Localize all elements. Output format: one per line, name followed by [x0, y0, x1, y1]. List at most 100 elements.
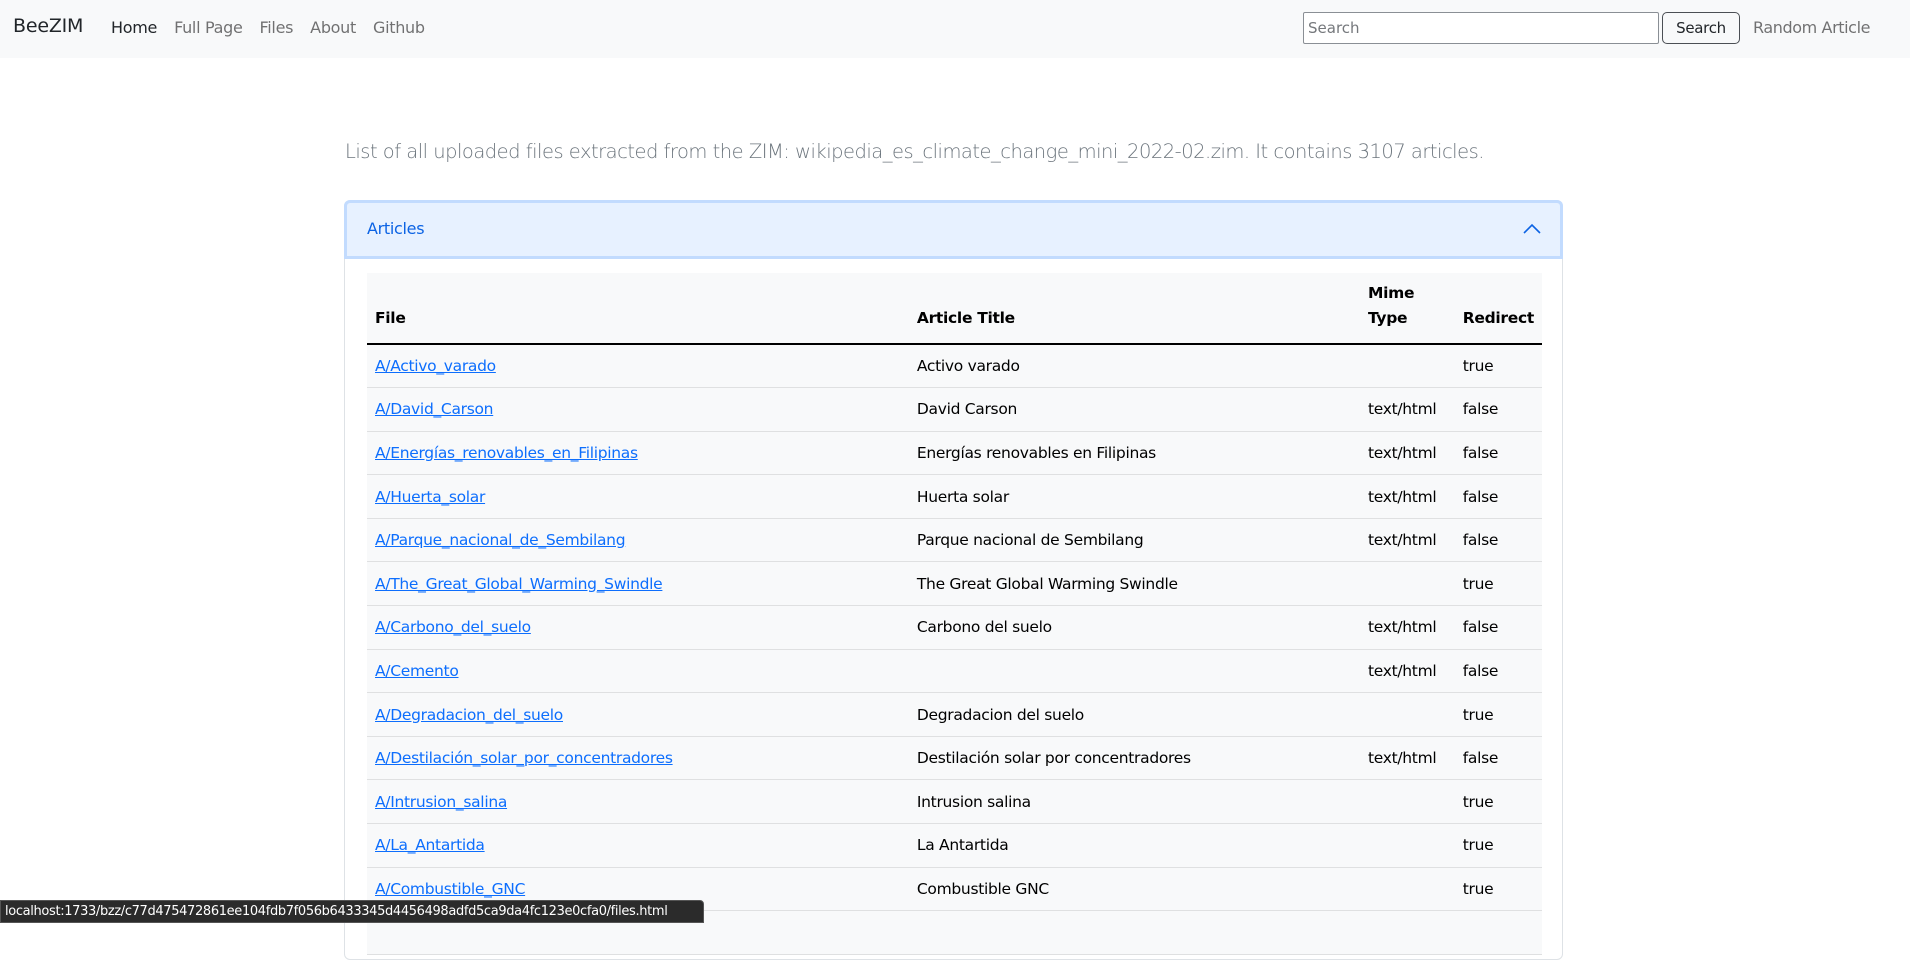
accordion-title: Articles — [367, 219, 425, 238]
cell-file: A/Destilación_solar_por_concentradores — [367, 736, 909, 781]
cell-file: A/Parque_nacional_de_Sembilang — [367, 518, 909, 563]
cell-file: A/The_Great_Global_Warming_Swindle — [367, 561, 909, 607]
cell-mime-type — [1359, 779, 1455, 825]
nav-links: Home Full Page Files About Github — [111, 18, 442, 37]
cell-redirect: false — [1454, 518, 1542, 563]
file-link[interactable]: A/Huerta_solar — [375, 488, 485, 506]
cell-redirect: true — [1454, 867, 1542, 912]
table-row: A/La_Antartida La Antartida true — [367, 823, 1542, 868]
file-link[interactable]: A/La_Antartida — [375, 836, 485, 854]
file-link[interactable]: A/Cemento — [375, 662, 459, 680]
cell-redirect: true — [1454, 823, 1542, 868]
cell-file: A/Cemento — [367, 649, 909, 694]
header-redirect: Redirect — [1454, 273, 1542, 345]
cell-redirect: true — [1454, 344, 1542, 389]
table-row: A/Huerta_solar Huerta solar text/html false — [367, 474, 1542, 519]
random-article-link[interactable]: Random Article — [1753, 18, 1870, 37]
articles-accordion: Articles File Article Title Mime Type Re… — [344, 200, 1563, 960]
file-link[interactable]: A/The_Great_Global_Warming_Swindle — [375, 575, 663, 593]
table-row: A/Activo_varado Activo varado true — [367, 344, 1542, 389]
cell-article-title: Combustible GNC — [908, 867, 1360, 912]
table-row: A/Cemento text/html false — [367, 649, 1542, 694]
file-link[interactable]: A/Parque_nacional_de_Sembilang — [375, 531, 626, 549]
cell-mime-type: text/html — [1359, 518, 1455, 563]
cell-file: A/Degradacion_del_suelo — [367, 692, 909, 737]
header-file: File — [367, 273, 909, 345]
cell-mime-type — [1359, 561, 1455, 607]
cell-redirect: false — [1454, 474, 1542, 519]
cell-file: A/Huerta_solar — [367, 474, 909, 519]
cell-redirect: true — [1454, 779, 1542, 825]
table-body: A/Activo_varado Activo varado true A/David_… — [367, 344, 1542, 955]
cell-article-title — [908, 910, 1360, 955]
brand-link[interactable]: BeeZIM — [13, 15, 83, 37]
table-header-row: File Article Title Mime Type Redirect — [367, 273, 1542, 345]
chevron-up-icon — [1523, 223, 1541, 234]
cell-article-title: Carbono del suelo — [908, 605, 1360, 650]
cell-file: A/Intrusion_salina — [367, 779, 909, 825]
header-article-title: Article Title — [908, 273, 1360, 345]
cell-redirect: false — [1454, 431, 1542, 476]
file-link[interactable]: A/David_Carson — [375, 400, 494, 418]
file-link[interactable]: A/Energías_renovables_en_Filipinas — [375, 444, 638, 462]
cell-mime-type: text/html — [1359, 736, 1455, 781]
cell-redirect — [1454, 910, 1542, 955]
cell-redirect: true — [1454, 561, 1542, 607]
cell-mime-type: text/html — [1359, 474, 1455, 519]
search-input[interactable] — [1303, 12, 1659, 44]
file-link[interactable]: A/Degradacion_del_suelo — [375, 706, 563, 724]
cell-article-title: Parque nacional de Sembilang — [908, 518, 1360, 563]
table-row: A/Energías_renovables_en_Filipinas Energí… — [367, 431, 1542, 476]
cell-article-title: Intrusion salina — [908, 779, 1360, 825]
cell-mime-type: text/html — [1359, 387, 1455, 432]
nav-full-page[interactable]: Full Page — [174, 18, 243, 37]
table-row: A/Degradacion_del_suelo Degradacion del s… — [367, 692, 1542, 737]
cell-mime-type — [1359, 910, 1455, 955]
table-row: A/Intrusion_salina Intrusion salina true — [367, 779, 1542, 825]
file-link[interactable]: A/Destilación_solar_por_concentradores — [375, 749, 673, 767]
cell-article-title: Degradacion del suelo — [908, 692, 1360, 737]
cell-article-title: Huerta solar — [908, 474, 1360, 519]
cell-mime-type — [1359, 344, 1455, 389]
cell-article-title: The Great Global Warming Swindle — [908, 561, 1360, 607]
cell-redirect: false — [1454, 387, 1542, 432]
cell-file: A/David_Carson — [367, 387, 909, 432]
cell-article-title — [908, 649, 1360, 694]
cell-article-title: Activo varado — [908, 344, 1360, 389]
table-row: A/Destilación_solar_por_concentradores De… — [367, 736, 1542, 781]
cell-mime-type — [1359, 867, 1455, 912]
table-row: A/The_Great_Global_Warming_Swindle The Gr… — [367, 561, 1542, 607]
cell-redirect: false — [1454, 649, 1542, 694]
table-row: A/Parque_nacional_de_Sembilang Parque nac… — [367, 518, 1542, 563]
cell-article-title: La Antartida — [908, 823, 1360, 868]
nav-about[interactable]: About — [310, 18, 356, 37]
cell-mime-type — [1359, 692, 1455, 737]
cell-file: A/Carbono_del_suelo — [367, 605, 909, 650]
cell-mime-type: text/html — [1359, 649, 1455, 694]
search-button[interactable]: Search — [1662, 12, 1740, 44]
cell-article-title: David Carson — [908, 387, 1360, 432]
cell-mime-type — [1359, 823, 1455, 868]
cell-article-title: Energías renovables en Filipinas — [908, 431, 1360, 476]
articles-table: File Article Title Mime Type Redirect A/… — [367, 273, 1542, 955]
nav-files[interactable]: Files — [260, 18, 294, 37]
file-link[interactable]: A/Carbono_del_suelo — [375, 618, 531, 636]
cell-redirect: true — [1454, 692, 1542, 737]
accordion-header-button[interactable]: Articles — [344, 200, 1563, 259]
cell-mime-type: text/html — [1359, 605, 1455, 650]
header-mime-type: Mime Type — [1359, 273, 1455, 345]
cell-article-title: Destilación solar por concentradores — [908, 736, 1360, 781]
file-link[interactable]: A/Activo_varado — [375, 357, 496, 375]
cell-file: A/La_Antartida — [367, 823, 909, 868]
table-row: A/Carbono_del_suelo Carbono del suelo text… — [367, 605, 1542, 650]
table-row: A/David_Carson David Carson text/html false — [367, 387, 1542, 432]
navbar: BeeZIM Home Full Page Files About Github… — [0, 0, 1910, 58]
nav-home[interactable]: Home — [111, 18, 157, 37]
cell-redirect: false — [1454, 736, 1542, 781]
cell-mime-type: text/html — [1359, 431, 1455, 476]
file-link[interactable]: A/Intrusion_salina — [375, 793, 507, 811]
nav-github[interactable]: Github — [373, 18, 425, 37]
link-status-bar: localhost:1733/bzz/c77d475472861ee104fdb… — [0, 900, 704, 923]
file-link[interactable]: A/Combustible_GNC — [375, 880, 525, 898]
articles-table-wrapper: File Article Title Mime Type Redirect A/… — [367, 273, 1542, 955]
